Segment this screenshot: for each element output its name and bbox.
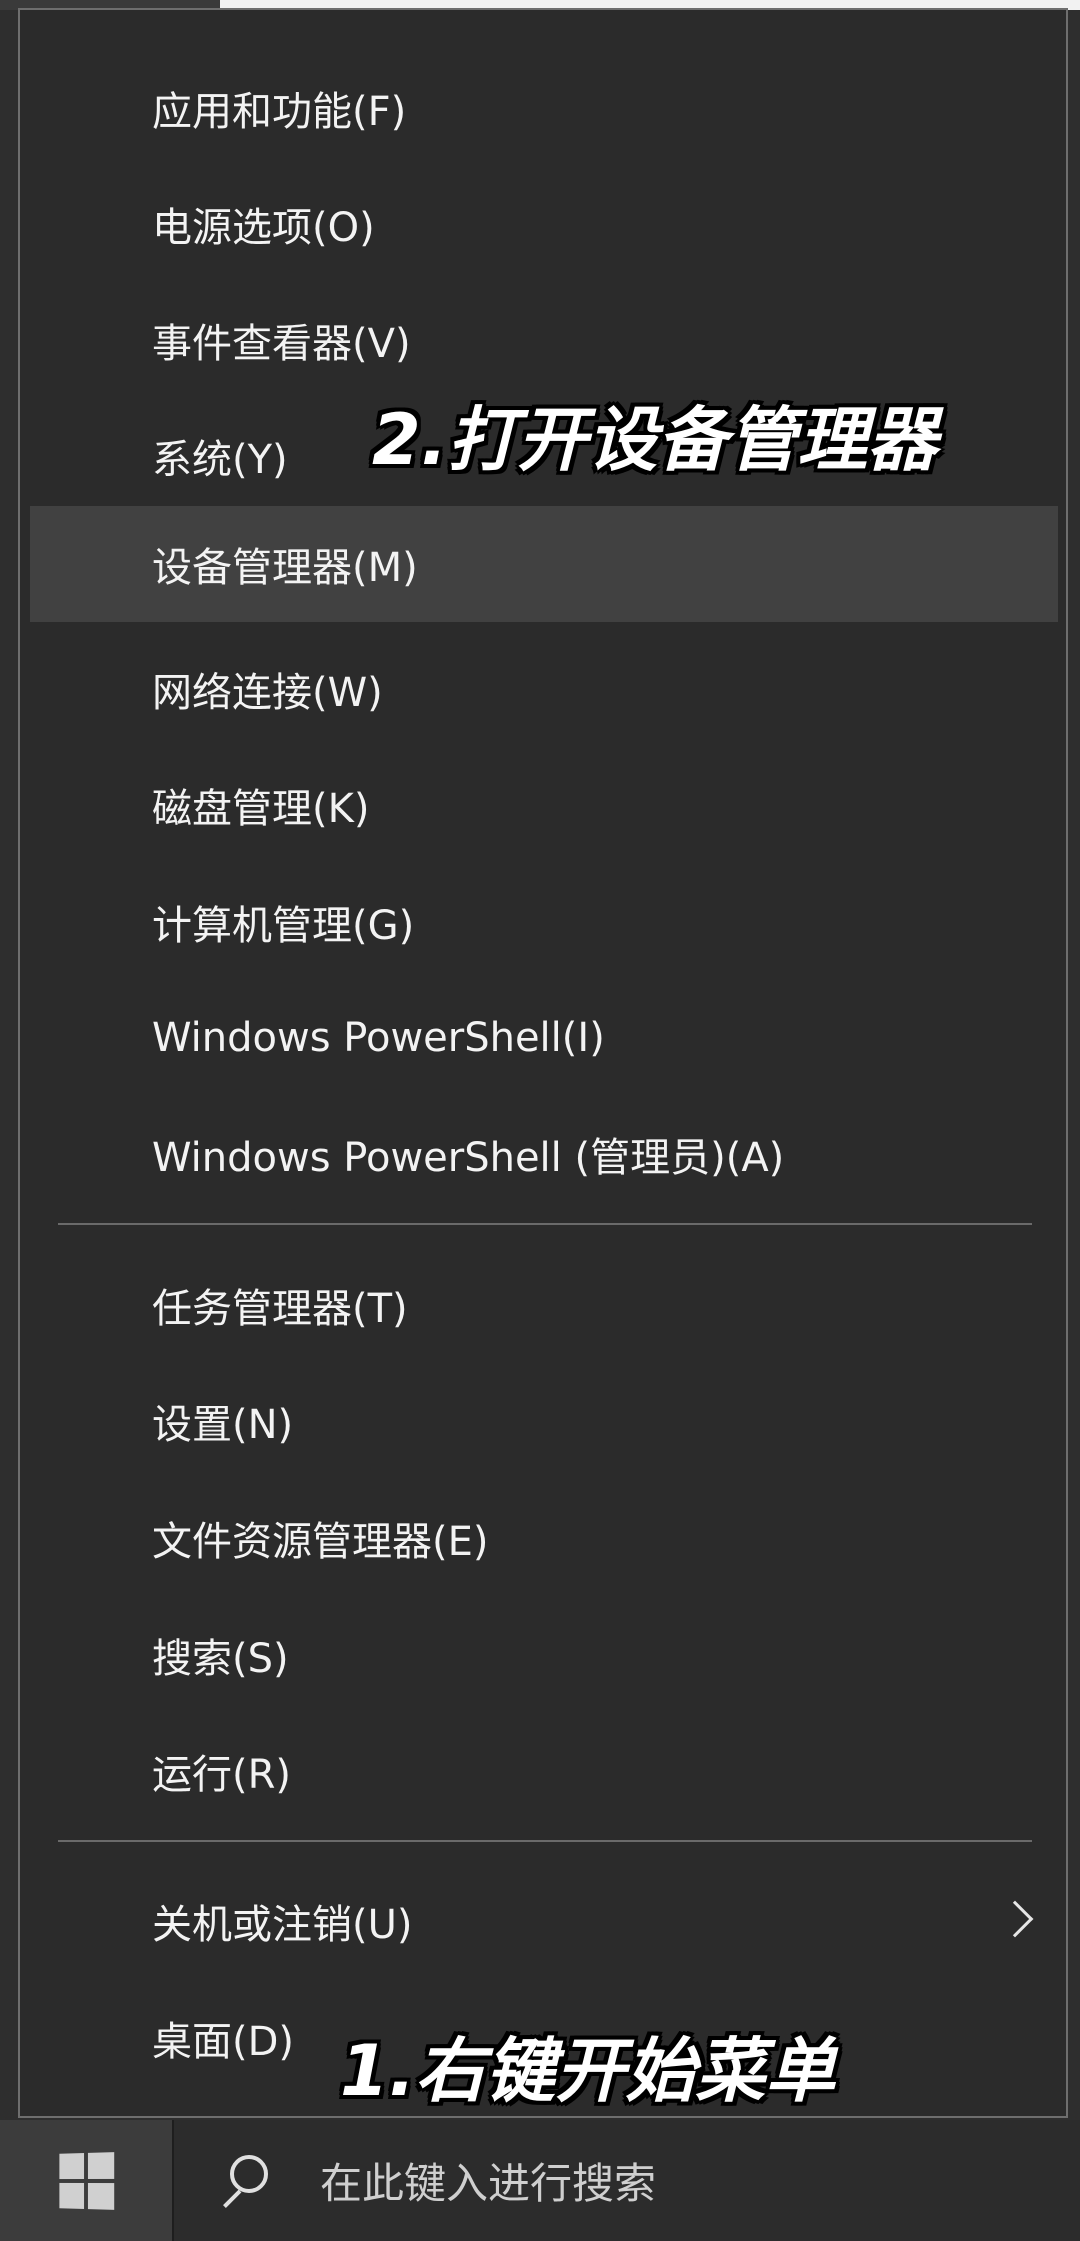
menu-item-device-manager[interactable]: 设备管理器(M) [30, 506, 1058, 622]
menu-item-label: 文件资源管理器(E) [152, 1519, 489, 1565]
menu-item-label: 事件查看器(V) [152, 321, 411, 367]
menu-item-search[interactable]: 搜索(S) [30, 1597, 1058, 1713]
menu-item-run[interactable]: 运行(R) [30, 1713, 1058, 1829]
menu-separator [58, 1840, 1032, 1842]
menu-item-powershell[interactable]: Windows PowerShell(I) [30, 980, 1058, 1096]
menu-item-label: 运行(R) [152, 1752, 292, 1798]
menu-item-task-manager[interactable]: 任务管理器(T) [30, 1247, 1058, 1363]
menu-item-label: 磁盘管理(K) [152, 786, 370, 832]
menu-item-label: 计算机管理(G) [152, 903, 415, 949]
menu-item-settings[interactable]: 设置(N) [30, 1363, 1058, 1479]
menu-item-shutdown-or-sign-out[interactable]: 关机或注销(U) [30, 1863, 1058, 1979]
taskbar-search-box[interactable]: 在此键入进行搜索 [172, 2120, 1080, 2241]
taskbar: 在此键入进行搜索 [0, 2120, 1080, 2241]
menu-item-label: 设置(N) [152, 1402, 294, 1448]
menu-item-label: Windows PowerShell (管理员)(A) [152, 1135, 785, 1181]
menu-item-label: 应用和功能(F) [152, 89, 407, 135]
search-placeholder: 在此键入进行搜索 [320, 2159, 657, 2208]
menu-item-label: 任务管理器(T) [152, 1286, 408, 1332]
menu-item-network-connections[interactable]: 网络连接(W) [30, 631, 1058, 747]
menu-item-label: 设备管理器(M) [152, 545, 418, 591]
menu-item-label: 电源选项(O) [152, 205, 375, 251]
menu-item-event-viewer[interactable]: 事件查看器(V) [30, 282, 1058, 398]
menu-item-power-options[interactable]: 电源选项(O) [30, 166, 1058, 282]
menu-item-label: 桌面(D) [152, 2019, 295, 2065]
start-button[interactable] [0, 2120, 172, 2241]
windows-logo-icon [59, 2151, 115, 2210]
menu-item-powershell-admin[interactable]: Windows PowerShell (管理员)(A) [30, 1096, 1058, 1212]
search-icon [214, 2151, 274, 2211]
menu-item-disk-management[interactable]: 磁盘管理(K) [30, 747, 1058, 863]
annotation-step-1: 1.右键开始菜单 [340, 2030, 836, 2112]
menu-item-label: 系统(Y) [152, 437, 288, 483]
menu-item-label: 搜索(S) [152, 1636, 289, 1682]
menu-separator [58, 1223, 1032, 1225]
annotation-step-2: 2.打开设备管理器 [372, 399, 938, 481]
menu-item-label: 网络连接(W) [152, 670, 383, 716]
menu-item-file-explorer[interactable]: 文件资源管理器(E) [30, 1480, 1058, 1596]
menu-item-label: 关机或注销(U) [152, 1902, 413, 1948]
chevron-right-icon [996, 1900, 1034, 1938]
menu-item-computer-management[interactable]: 计算机管理(G) [30, 864, 1058, 980]
menu-item-label: Windows PowerShell(I) [152, 1015, 605, 1061]
start-context-menu: 应用和功能(F) 电源选项(O) 事件查看器(V) 系统(Y) 设备管理器(M)… [18, 8, 1068, 2118]
menu-item-apps-and-features[interactable]: 应用和功能(F) [30, 50, 1058, 166]
